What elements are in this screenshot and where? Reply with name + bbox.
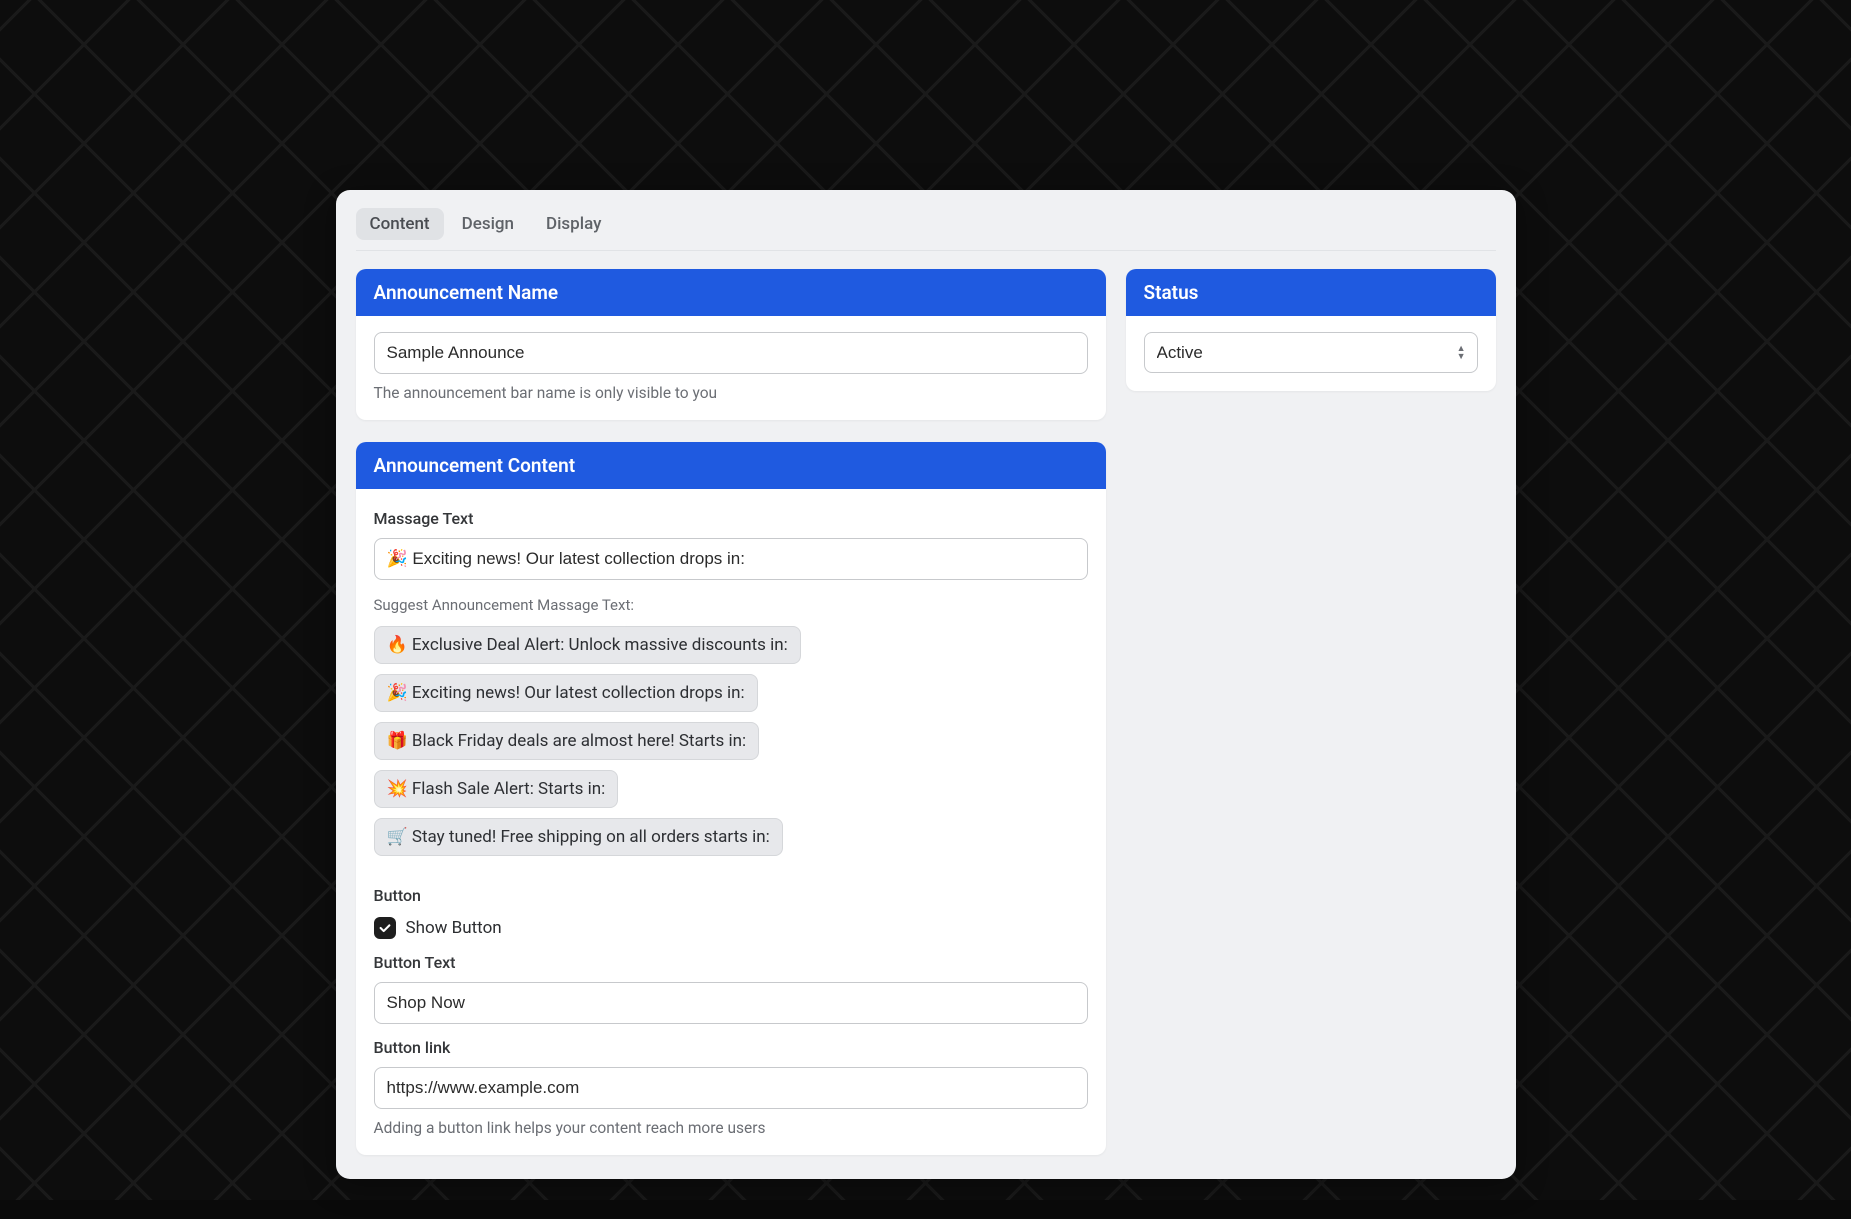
message-text-label: Massage Text — [374, 509, 1088, 528]
show-button-label: Show Button — [406, 918, 502, 938]
suggestion-item[interactable]: 🛒 Stay tuned! Free shipping on all order… — [374, 818, 783, 856]
tabs-row: Content Design Display — [356, 208, 1496, 251]
message-text-input[interactable] — [374, 538, 1088, 580]
button-section-label: Button — [374, 886, 1088, 905]
announcement-name-header: Announcement Name — [356, 269, 1106, 316]
button-link-label: Button link — [374, 1038, 1088, 1057]
button-text-label: Button Text — [374, 953, 1088, 972]
settings-panel: Content Design Display Announcement Name… — [336, 190, 1516, 1179]
suggestions-label: Suggest Announcement Massage Text: — [374, 596, 1088, 614]
announcement-name-card: Announcement Name The announcement bar n… — [356, 269, 1106, 420]
button-text-input[interactable] — [374, 982, 1088, 1024]
announcement-content-header: Announcement Content — [356, 442, 1106, 489]
check-icon — [378, 921, 392, 935]
tab-content[interactable]: Content — [356, 208, 444, 240]
button-link-input[interactable] — [374, 1067, 1088, 1109]
suggestion-item[interactable]: 🎉 Exciting news! Our latest collection d… — [374, 674, 758, 712]
button-link-help: Adding a button link helps your content … — [374, 1119, 1088, 1137]
status-card: Status Active ▲▼ — [1126, 269, 1496, 391]
tab-design[interactable]: Design — [448, 208, 528, 240]
status-select[interactable]: Active — [1144, 332, 1478, 373]
suggestions-list: 🔥 Exclusive Deal Alert: Unlock massive d… — [374, 626, 1088, 856]
status-header: Status — [1126, 269, 1496, 316]
tab-display[interactable]: Display — [532, 208, 615, 240]
announcement-name-input[interactable] — [374, 332, 1088, 374]
announcement-content-card: Announcement Content Massage Text Sugges… — [356, 442, 1106, 1155]
announcement-name-help: The announcement bar name is only visibl… — [374, 384, 1088, 402]
suggestion-item[interactable]: 💥 Flash Sale Alert: Starts in: — [374, 770, 619, 808]
suggestion-item[interactable]: 🎁 Black Friday deals are almost here! St… — [374, 722, 760, 760]
suggestion-item[interactable]: 🔥 Exclusive Deal Alert: Unlock massive d… — [374, 626, 801, 664]
show-button-checkbox[interactable] — [374, 917, 396, 939]
